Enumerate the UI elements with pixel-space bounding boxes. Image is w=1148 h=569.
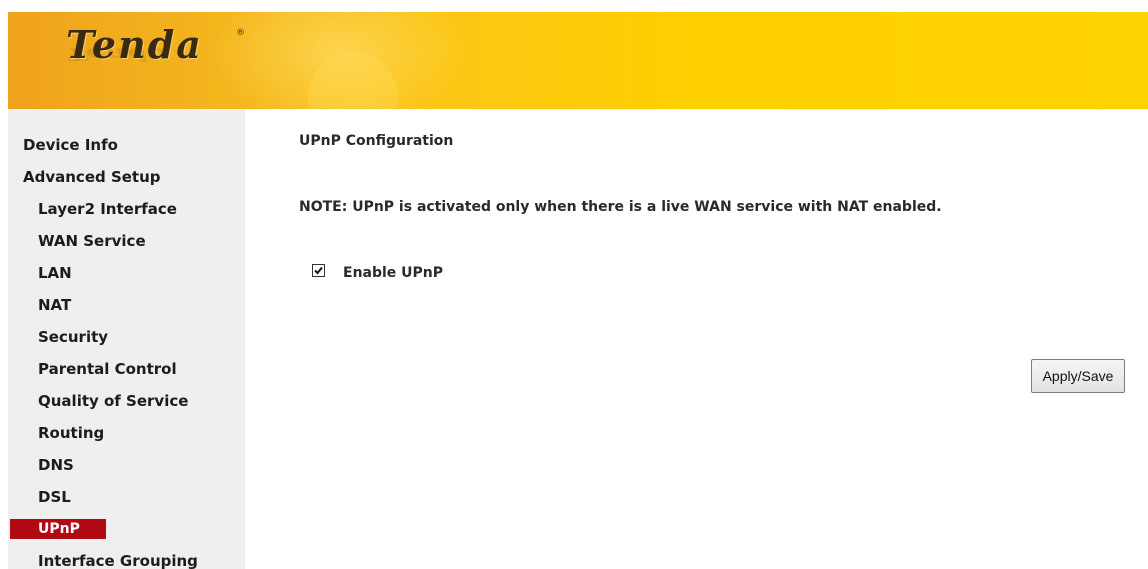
sidebar-item-parental-control[interactable]: Parental Control — [38, 360, 177, 378]
checkmark-icon — [314, 266, 323, 275]
sidebar-item-wan-service[interactable]: WAN Service — [38, 232, 146, 250]
registered-mark: ® — [236, 28, 245, 38]
enable-upnp-label[interactable]: Enable UPnP — [343, 265, 443, 281]
sidebar-item-lan[interactable]: LAN — [38, 264, 72, 282]
sidebar-item-security[interactable]: Security — [38, 328, 108, 346]
sidebar-item-upnp[interactable]: UPnP — [10, 519, 106, 539]
sidebar-item-layer2-interface[interactable]: Layer2 Interface — [38, 200, 177, 218]
sidebar-item-routing[interactable]: Routing — [38, 424, 104, 442]
sidebar-item-quality-of-service[interactable]: Quality of Service — [38, 392, 188, 410]
page-title: UPnP Configuration — [299, 133, 454, 149]
router-admin-page: Tenda ® Tenda Device Info Advanced Setup… — [0, 0, 1148, 569]
header-banner: Tenda ® Tenda — [8, 12, 1148, 109]
enable-upnp-checkbox[interactable] — [312, 264, 325, 277]
sidebar-nav: Device Info Advanced Setup Layer2 Interf… — [8, 109, 245, 569]
sidebar-item-interface-grouping[interactable]: Interface Grouping — [38, 552, 198, 569]
upnp-note: NOTE: UPnP is activated only when there … — [299, 199, 942, 215]
apply-save-button[interactable]: Apply/Save — [1031, 359, 1125, 393]
sidebar-item-dns[interactable]: DNS — [38, 456, 74, 474]
sidebar-item-dsl[interactable]: DSL — [38, 488, 71, 506]
tenda-logo-reflection: Tenda — [66, 44, 170, 64]
sidebar-item-advanced-setup[interactable]: Advanced Setup — [23, 168, 161, 186]
sidebar-item-device-info[interactable]: Device Info — [23, 136, 118, 154]
sidebar-item-nat[interactable]: NAT — [38, 296, 71, 314]
